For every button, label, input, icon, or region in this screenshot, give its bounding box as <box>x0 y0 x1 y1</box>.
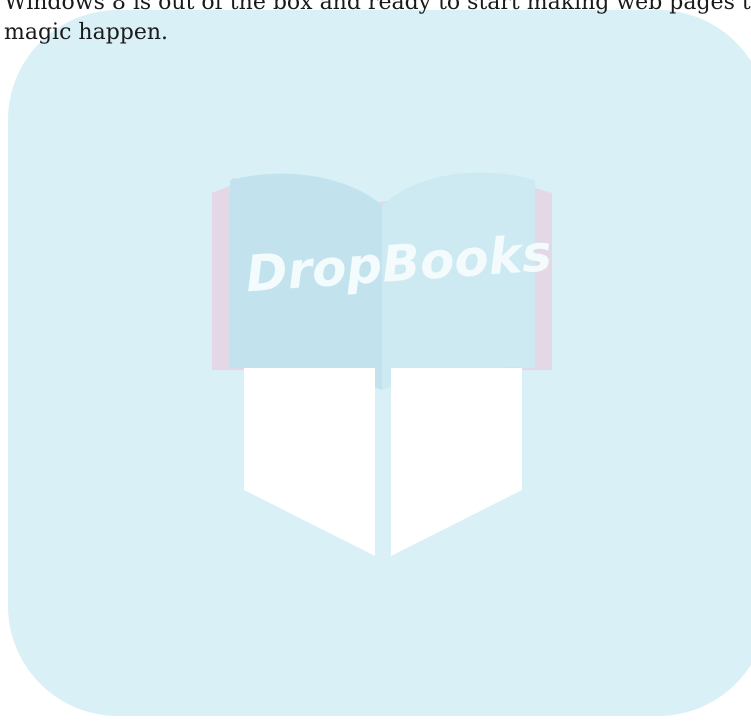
text-line-1: Windows 8 is out of the box and ready to… <box>4 0 751 15</box>
dropbooks-logo: DropBooks <box>212 172 553 556</box>
text-line-2: magic happen. <box>4 20 169 45</box>
book-lower-left <box>244 368 375 556</box>
document-text: Windows 8 is out of the box and ready to… <box>4 0 751 48</box>
book-lower-right <box>391 368 522 556</box>
